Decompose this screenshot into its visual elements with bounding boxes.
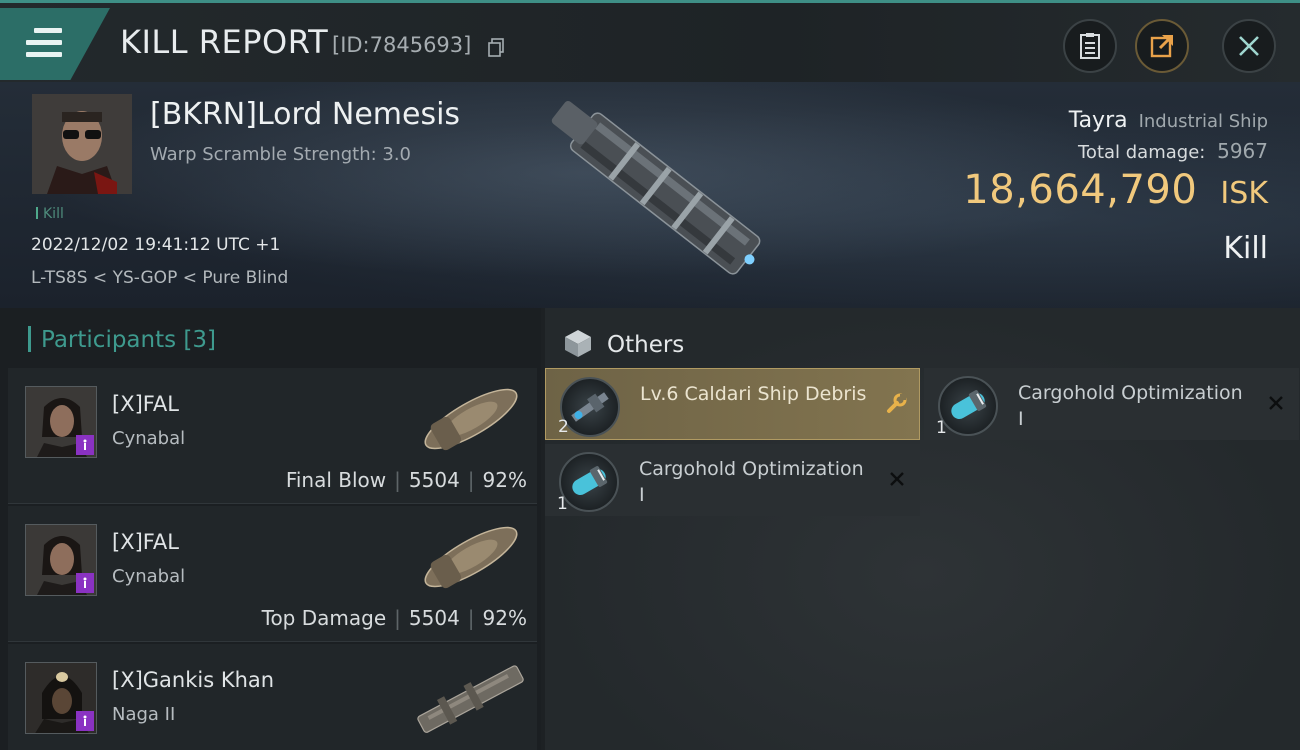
participant-name: [X]Gankis Khan: [112, 668, 275, 692]
cargohold-rig-icon: [938, 376, 998, 436]
isk-unit: ISK: [1220, 176, 1268, 211]
participant-ship: Naga II: [112, 704, 176, 725]
participant-name: [X]FAL: [112, 530, 179, 554]
participant-row[interactable]: [X]FAL Cynabal Final Blow | 5504 | 92%: [8, 368, 537, 504]
others-panel: Others 2 Lv.6 Caldari Ship Debris 1 Carg…: [545, 308, 1300, 750]
participant-stats: Top Damage | 5504 | 92%: [261, 606, 527, 630]
menu-button[interactable]: [0, 8, 110, 80]
pilot-avatar: [32, 94, 132, 194]
ship-debris-icon: [560, 377, 620, 437]
menu-icon: [26, 28, 62, 58]
wrench-icon[interactable]: [885, 393, 907, 415]
faction-badge-icon: [76, 573, 94, 593]
item-quantity: 1: [557, 494, 568, 514]
page-title: KILL REPORT: [120, 23, 329, 61]
clipboard-button[interactable]: [1063, 19, 1117, 73]
top-bar: KILL REPORT [ID:7845693]: [0, 0, 1300, 82]
x-icon[interactable]: [1265, 392, 1287, 414]
participant-name: [X]FAL: [112, 392, 179, 416]
loot-item[interactable]: 2 Lv.6 Caldari Ship Debris: [545, 368, 920, 440]
x-icon[interactable]: [886, 468, 908, 490]
participant-portrait: [25, 524, 97, 596]
participant-ship-render: [424, 388, 518, 451]
item-name: Cargohold Optimization I: [1018, 382, 1243, 430]
copy-icon[interactable]: [488, 38, 504, 57]
item-name: Cargohold Optimization I: [639, 458, 864, 506]
victim-ship-render: [551, 100, 761, 275]
clipboard-icon: [1080, 33, 1100, 59]
others-title: Others: [607, 332, 685, 358]
participant-ship: Cynabal: [112, 428, 186, 449]
share-button[interactable]: [1135, 19, 1189, 73]
participant-stats: Final Blow | 5504 | 92%: [285, 468, 527, 492]
participant-percent: 92%: [482, 606, 527, 630]
participants-panel: Participants [3] [X]FAL Cynabal Final Bl…: [0, 308, 541, 750]
others-header: Others: [563, 328, 684, 358]
report-id: [ID:7845693]: [332, 33, 472, 57]
total-damage-value: 5967: [1217, 139, 1268, 163]
victim-panel: [BKRN]Lord Nemesis Warp Scramble Strengt…: [0, 82, 1300, 308]
participant-row[interactable]: [X]FAL Cynabal Top Damage | 5504 | 92%: [8, 506, 537, 642]
participant-role: Top Damage: [261, 606, 387, 630]
close-icon: [1239, 36, 1259, 56]
cube-icon: [565, 330, 591, 357]
share-icon: [1150, 35, 1173, 58]
participant-percent: 92%: [482, 468, 527, 492]
warp-scramble-strength: Warp Scramble Strength: 3.0: [150, 144, 412, 165]
victim-ship-name: Tayra: [1068, 108, 1128, 133]
kill-tag: Kill: [36, 206, 64, 222]
participant-ship: Cynabal: [112, 566, 186, 587]
participant-ship-render: [424, 526, 518, 589]
close-button[interactable]: [1222, 19, 1276, 73]
total-damage-label: Total damage:: [1078, 142, 1206, 163]
victim-ship-class: Industrial Ship: [1138, 111, 1268, 132]
faction-badge-icon: [76, 711, 94, 731]
participant-ship-render: [417, 665, 524, 733]
kill-datetime: 2022/12/02 19:41:12 UTC +1: [31, 235, 281, 255]
participant-damage: 5504: [408, 606, 460, 630]
item-name: Lv.6 Caldari Ship Debris: [640, 383, 867, 405]
isk-value: 18,664,790: [963, 167, 1198, 213]
kill-status: Kill: [1223, 231, 1268, 266]
cargohold-rig-icon: [559, 452, 619, 512]
participant-role: Final Blow: [285, 468, 387, 492]
loot-item[interactable]: 1 Cargohold Optimization I: [545, 444, 920, 516]
kill-location: L-TS8S < YS-GOP < Pure Blind: [31, 268, 289, 288]
item-quantity: 2: [558, 417, 569, 437]
participant-portrait: [25, 386, 97, 458]
participant-row[interactable]: [X]Gankis Khan Naga II: [8, 644, 537, 750]
victim-summary: Tayra Industrial Ship Total damage: 5967…: [963, 108, 1268, 266]
faction-badge-icon: [76, 435, 94, 455]
participant-portrait: [25, 662, 97, 734]
victim-portrait[interactable]: [32, 94, 132, 194]
loot-item[interactable]: 1 Cargohold Optimization I: [924, 368, 1299, 440]
participants-title: Participants [3]: [0, 308, 541, 368]
victim-name: [BKRN]Lord Nemesis: [150, 97, 461, 132]
participant-damage: 5504: [408, 468, 460, 492]
item-quantity: 1: [936, 418, 947, 438]
